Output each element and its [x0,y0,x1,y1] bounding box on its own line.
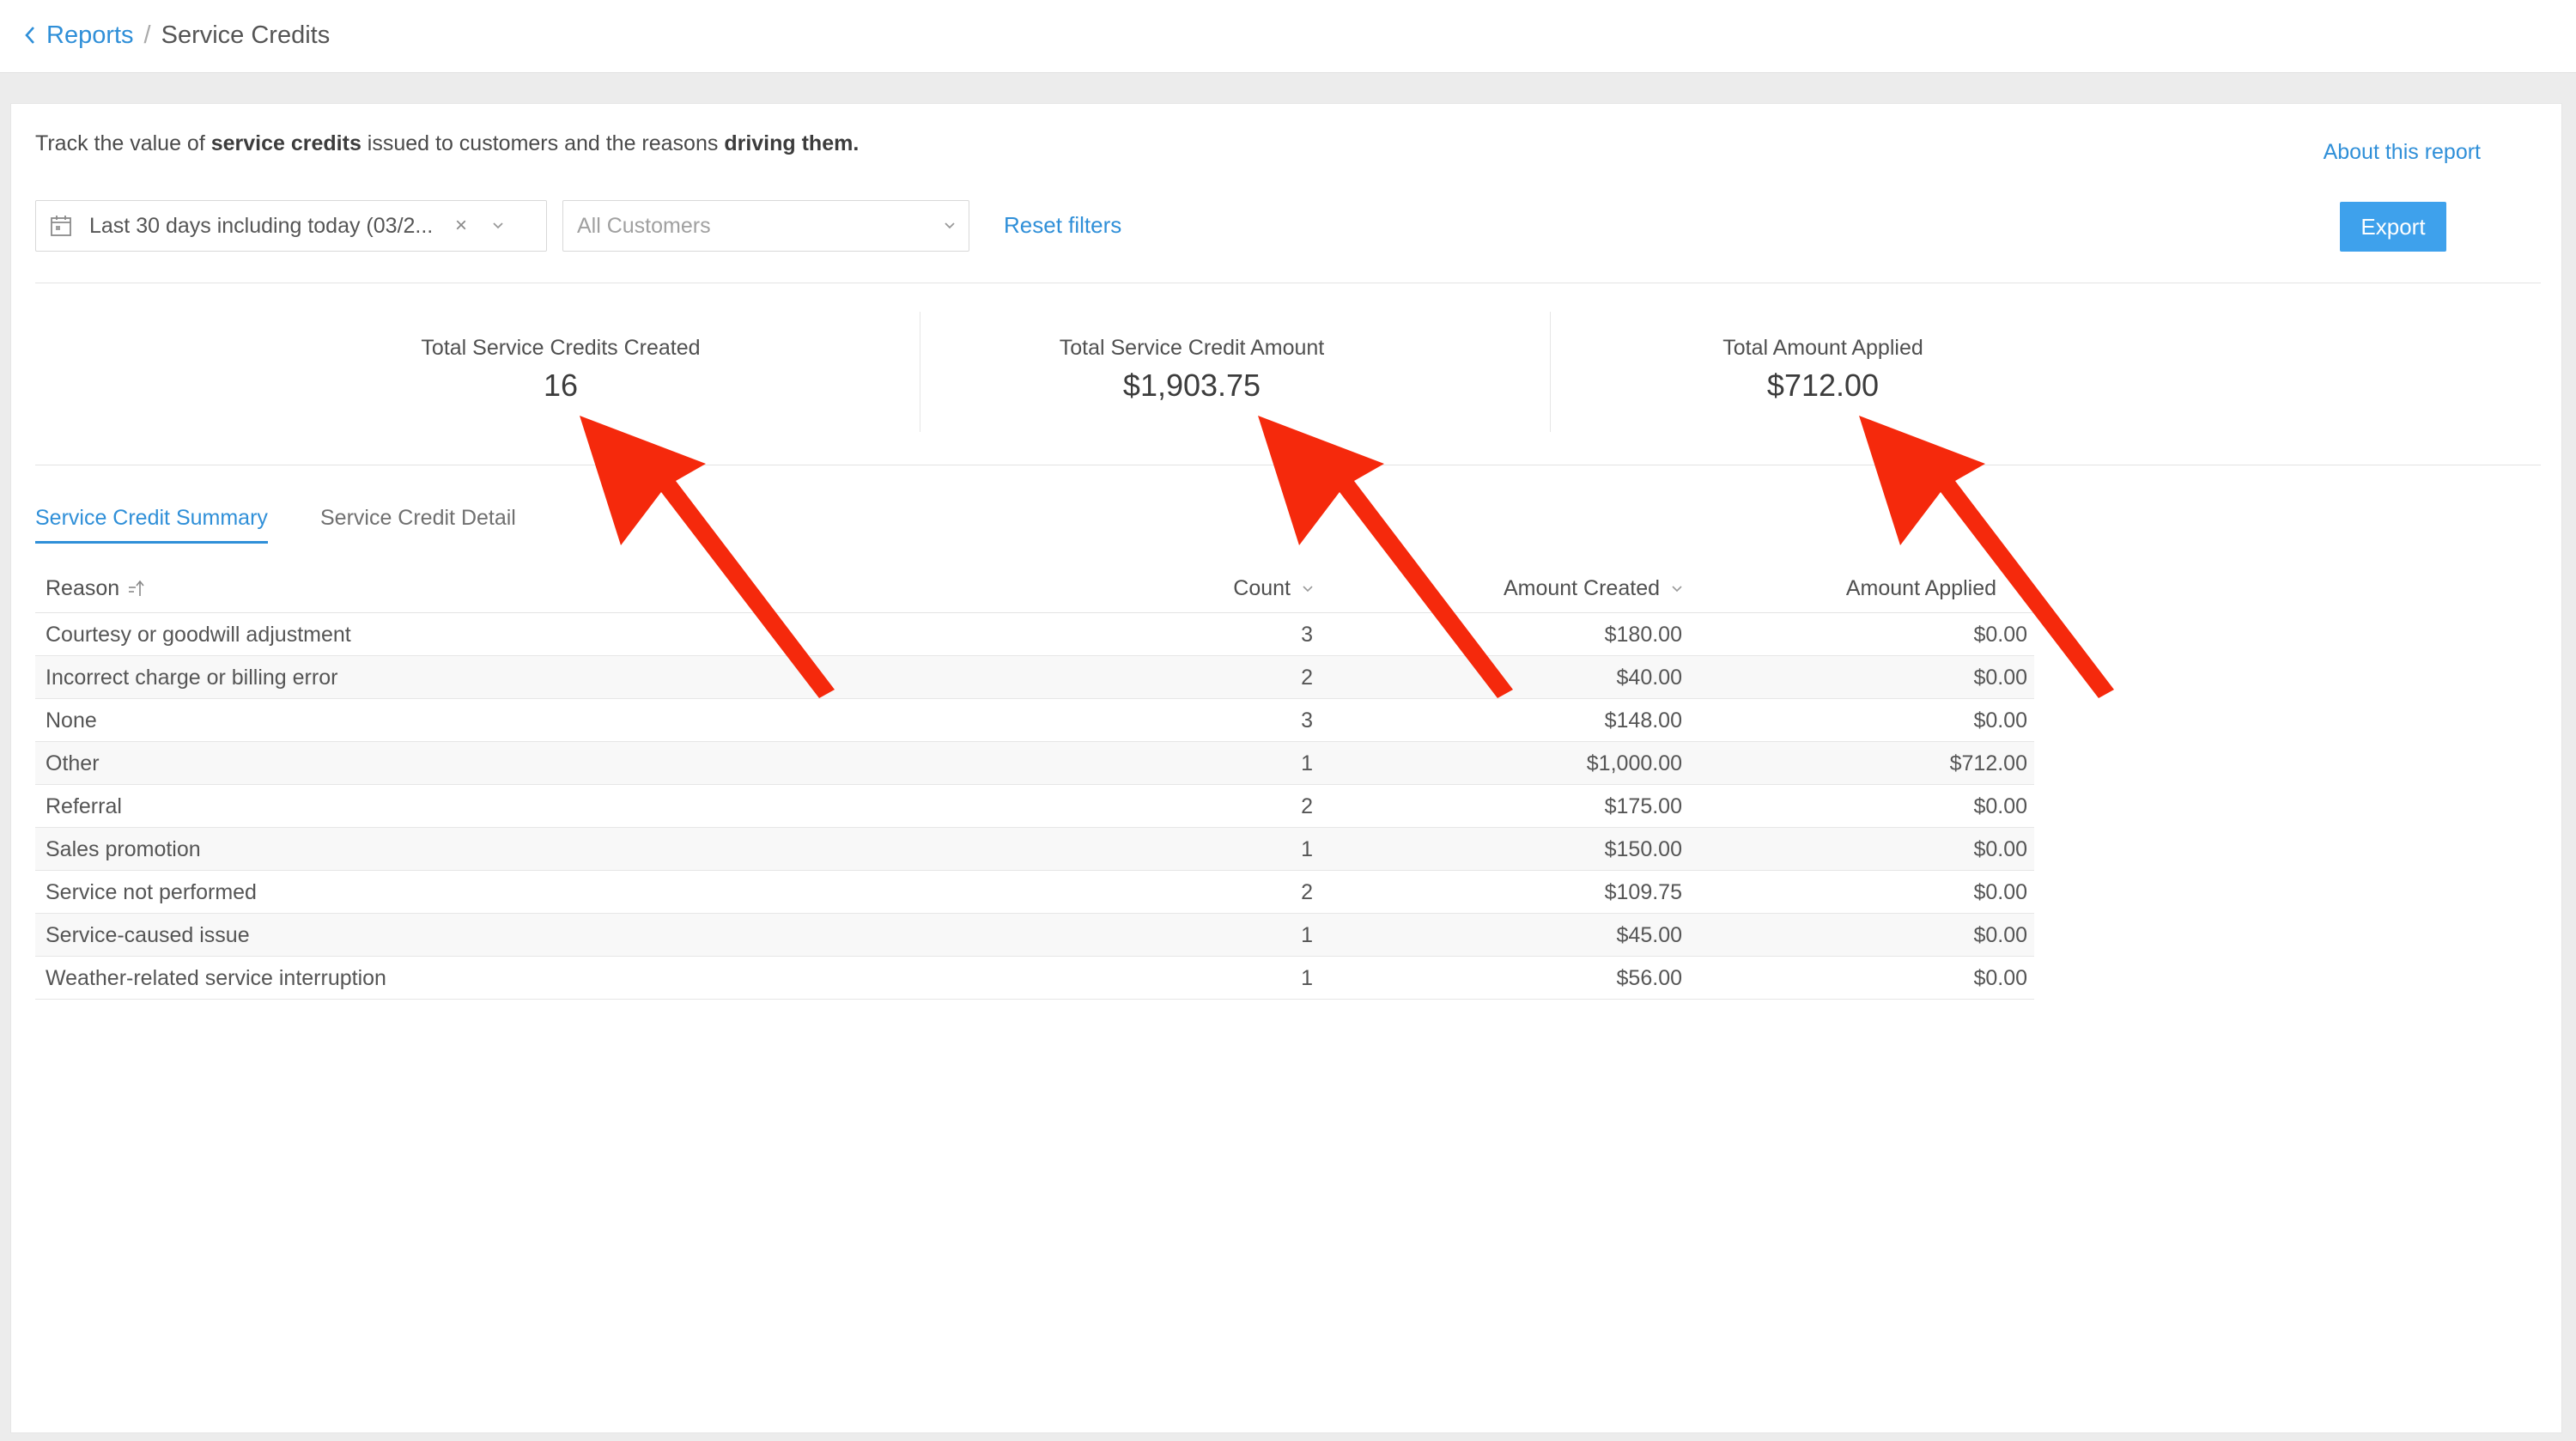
service-credit-table: Reason Count Amount Created Amount Appli… [35,566,2034,1000]
table-row: None 3 $148.00 $0.00 [35,699,2034,742]
count-cell: 1 [1301,837,1313,861]
breadcrumb: Reports / Service Credits [24,17,330,53]
amount-created-cell: $45.00 [1616,923,1682,947]
amount-applied-cell: $0.00 [1973,880,2027,904]
amount-applied-cell: $0.00 [1973,666,2027,690]
tab-service-credit-summary[interactable]: Service Credit Summary [35,506,268,544]
count-cell: 1 [1301,923,1313,947]
table-row: Weather-related service interruption 1 $56… [35,957,2034,1000]
chevron-down-icon [1672,585,1682,593]
reason-cell: Incorrect charge or billing error [46,666,338,690]
count-cell: 3 [1301,708,1313,733]
column-header-label: Reason [46,576,120,600]
customer-filter-placeholder: All Customers [577,213,711,238]
stat-label: Total Service Credits Created [421,336,701,360]
count-cell: 1 [1301,751,1313,775]
amount-applied-cell: $0.00 [1973,923,2027,947]
table-header: Reason Count Amount Created Amount Appli… [35,566,2034,613]
reason-cell: Service not performed [46,880,257,904]
stat-amount-applied: Total Amount Applied $712.00 [1634,336,2012,404]
stat-credits-created: Total Service Credits Created 16 [372,336,750,404]
column-header-label: Amount Applied [1845,576,1996,600]
amount-applied-cell: $0.00 [1973,623,2027,647]
amount-applied-cell: $0.00 [1973,966,2027,990]
amount-created-cell: $180.00 [1604,623,1682,647]
top-bar: Reports / Service Credits [0,0,2576,73]
table-row: Sales promotion 1 $150.00 $0.00 [35,828,2034,871]
description-bold-2: driving them. [724,131,860,155]
about-report-link[interactable]: About this report [2324,140,2481,165]
chevron-down-icon[interactable] [931,222,969,230]
export-button[interactable]: Export [2340,202,2446,252]
tab-service-credit-detail[interactable]: Service Credit Detail [320,506,516,541]
count-cell: 2 [1301,794,1313,818]
amount-created-cell: $109.75 [1604,880,1682,904]
reset-filters-link[interactable]: Reset filters [1004,212,1121,239]
sort-icon [128,580,145,599]
chevron-down-icon [1303,585,1313,593]
report-panel: Track the value of service credits issue… [10,103,2562,1433]
description-text-2: issued to customers and the reasons [361,131,725,155]
column-header-count[interactable]: Count [1233,576,1313,601]
amount-created-cell: $40.00 [1616,666,1682,690]
column-header-amount-applied[interactable]: Amount Applied [1846,576,1996,601]
customer-filter[interactable]: All Customers [562,200,969,252]
reason-cell: Other [46,751,100,775]
table-row: Other 1 $1,000.00 $712.00 [35,742,2034,785]
amount-applied-cell: $0.00 [1973,837,2027,861]
chevron-left-icon[interactable] [24,17,46,53]
breadcrumb-reports-link[interactable]: Reports [46,21,134,50]
amount-applied-cell: $0.00 [1973,794,2027,818]
reason-cell: None [46,708,97,733]
report-description: Track the value of service credits issue… [35,131,859,156]
amount-created-cell: $175.00 [1604,794,1682,818]
amount-created-cell: $150.00 [1604,837,1682,861]
count-cell: 1 [1301,966,1313,990]
description-text-1: Track the value of [35,131,211,155]
table-row: Service-caused issue 1 $45.00 $0.00 [35,914,2034,957]
column-header-reason[interactable]: Reason [46,576,145,601]
stat-credit-amount: Total Service Credit Amount $1,903.75 [1003,336,1381,404]
reason-cell: Referral [46,794,122,818]
description-bold-1: service credits [210,131,361,155]
table-row: Service not performed 2 $109.75 $0.00 [35,871,2034,914]
column-header-label: Amount Created [1503,576,1660,600]
clear-icon[interactable]: × [441,214,481,238]
breadcrumb-separator: / [143,21,151,49]
reason-cell: Sales promotion [46,837,201,861]
date-range-filter[interactable]: Last 30 days including today (03/2... × [35,200,547,252]
column-header-amount-created[interactable]: Amount Created [1504,576,1682,601]
amount-created-cell: $56.00 [1616,966,1682,990]
date-range-value: Last 30 days including today (03/2... [89,213,434,238]
column-header-label: Count [1233,576,1291,600]
stat-value: 16 [543,368,579,403]
calendar-icon [50,208,77,244]
stat-value: $1,903.75 [1122,368,1261,403]
amount-applied-cell: $0.00 [1973,708,2027,733]
stat-divider [1550,312,1551,432]
count-cell: 3 [1301,623,1313,647]
reason-cell: Courtesy or goodwill adjustment [46,623,351,647]
count-cell: 2 [1301,880,1313,904]
stat-label: Total Amount Applied [1722,336,1923,360]
amount-applied-cell: $712.00 [1949,751,2027,775]
stat-label: Total Service Credit Amount [1059,336,1325,360]
amount-created-cell: $1,000.00 [1586,751,1682,775]
table-row: Referral 2 $175.00 $0.00 [35,785,2034,828]
reason-cell: Service-caused issue [46,923,250,947]
stat-value: $712.00 [1766,368,1880,403]
table-row: Courtesy or goodwill adjustment 3 $180.00 $… [35,613,2034,656]
breadcrumb-current: Service Credits [161,21,331,49]
chevron-down-icon[interactable] [481,222,515,230]
count-cell: 2 [1301,666,1313,690]
table-row: Incorrect charge or billing error 2 $40.00… [35,656,2034,699]
reason-cell: Weather-related service interruption [46,966,386,990]
table-body: Courtesy or goodwill adjustment 3 $180.00 $… [35,613,2034,1000]
amount-created-cell: $148.00 [1604,708,1682,733]
